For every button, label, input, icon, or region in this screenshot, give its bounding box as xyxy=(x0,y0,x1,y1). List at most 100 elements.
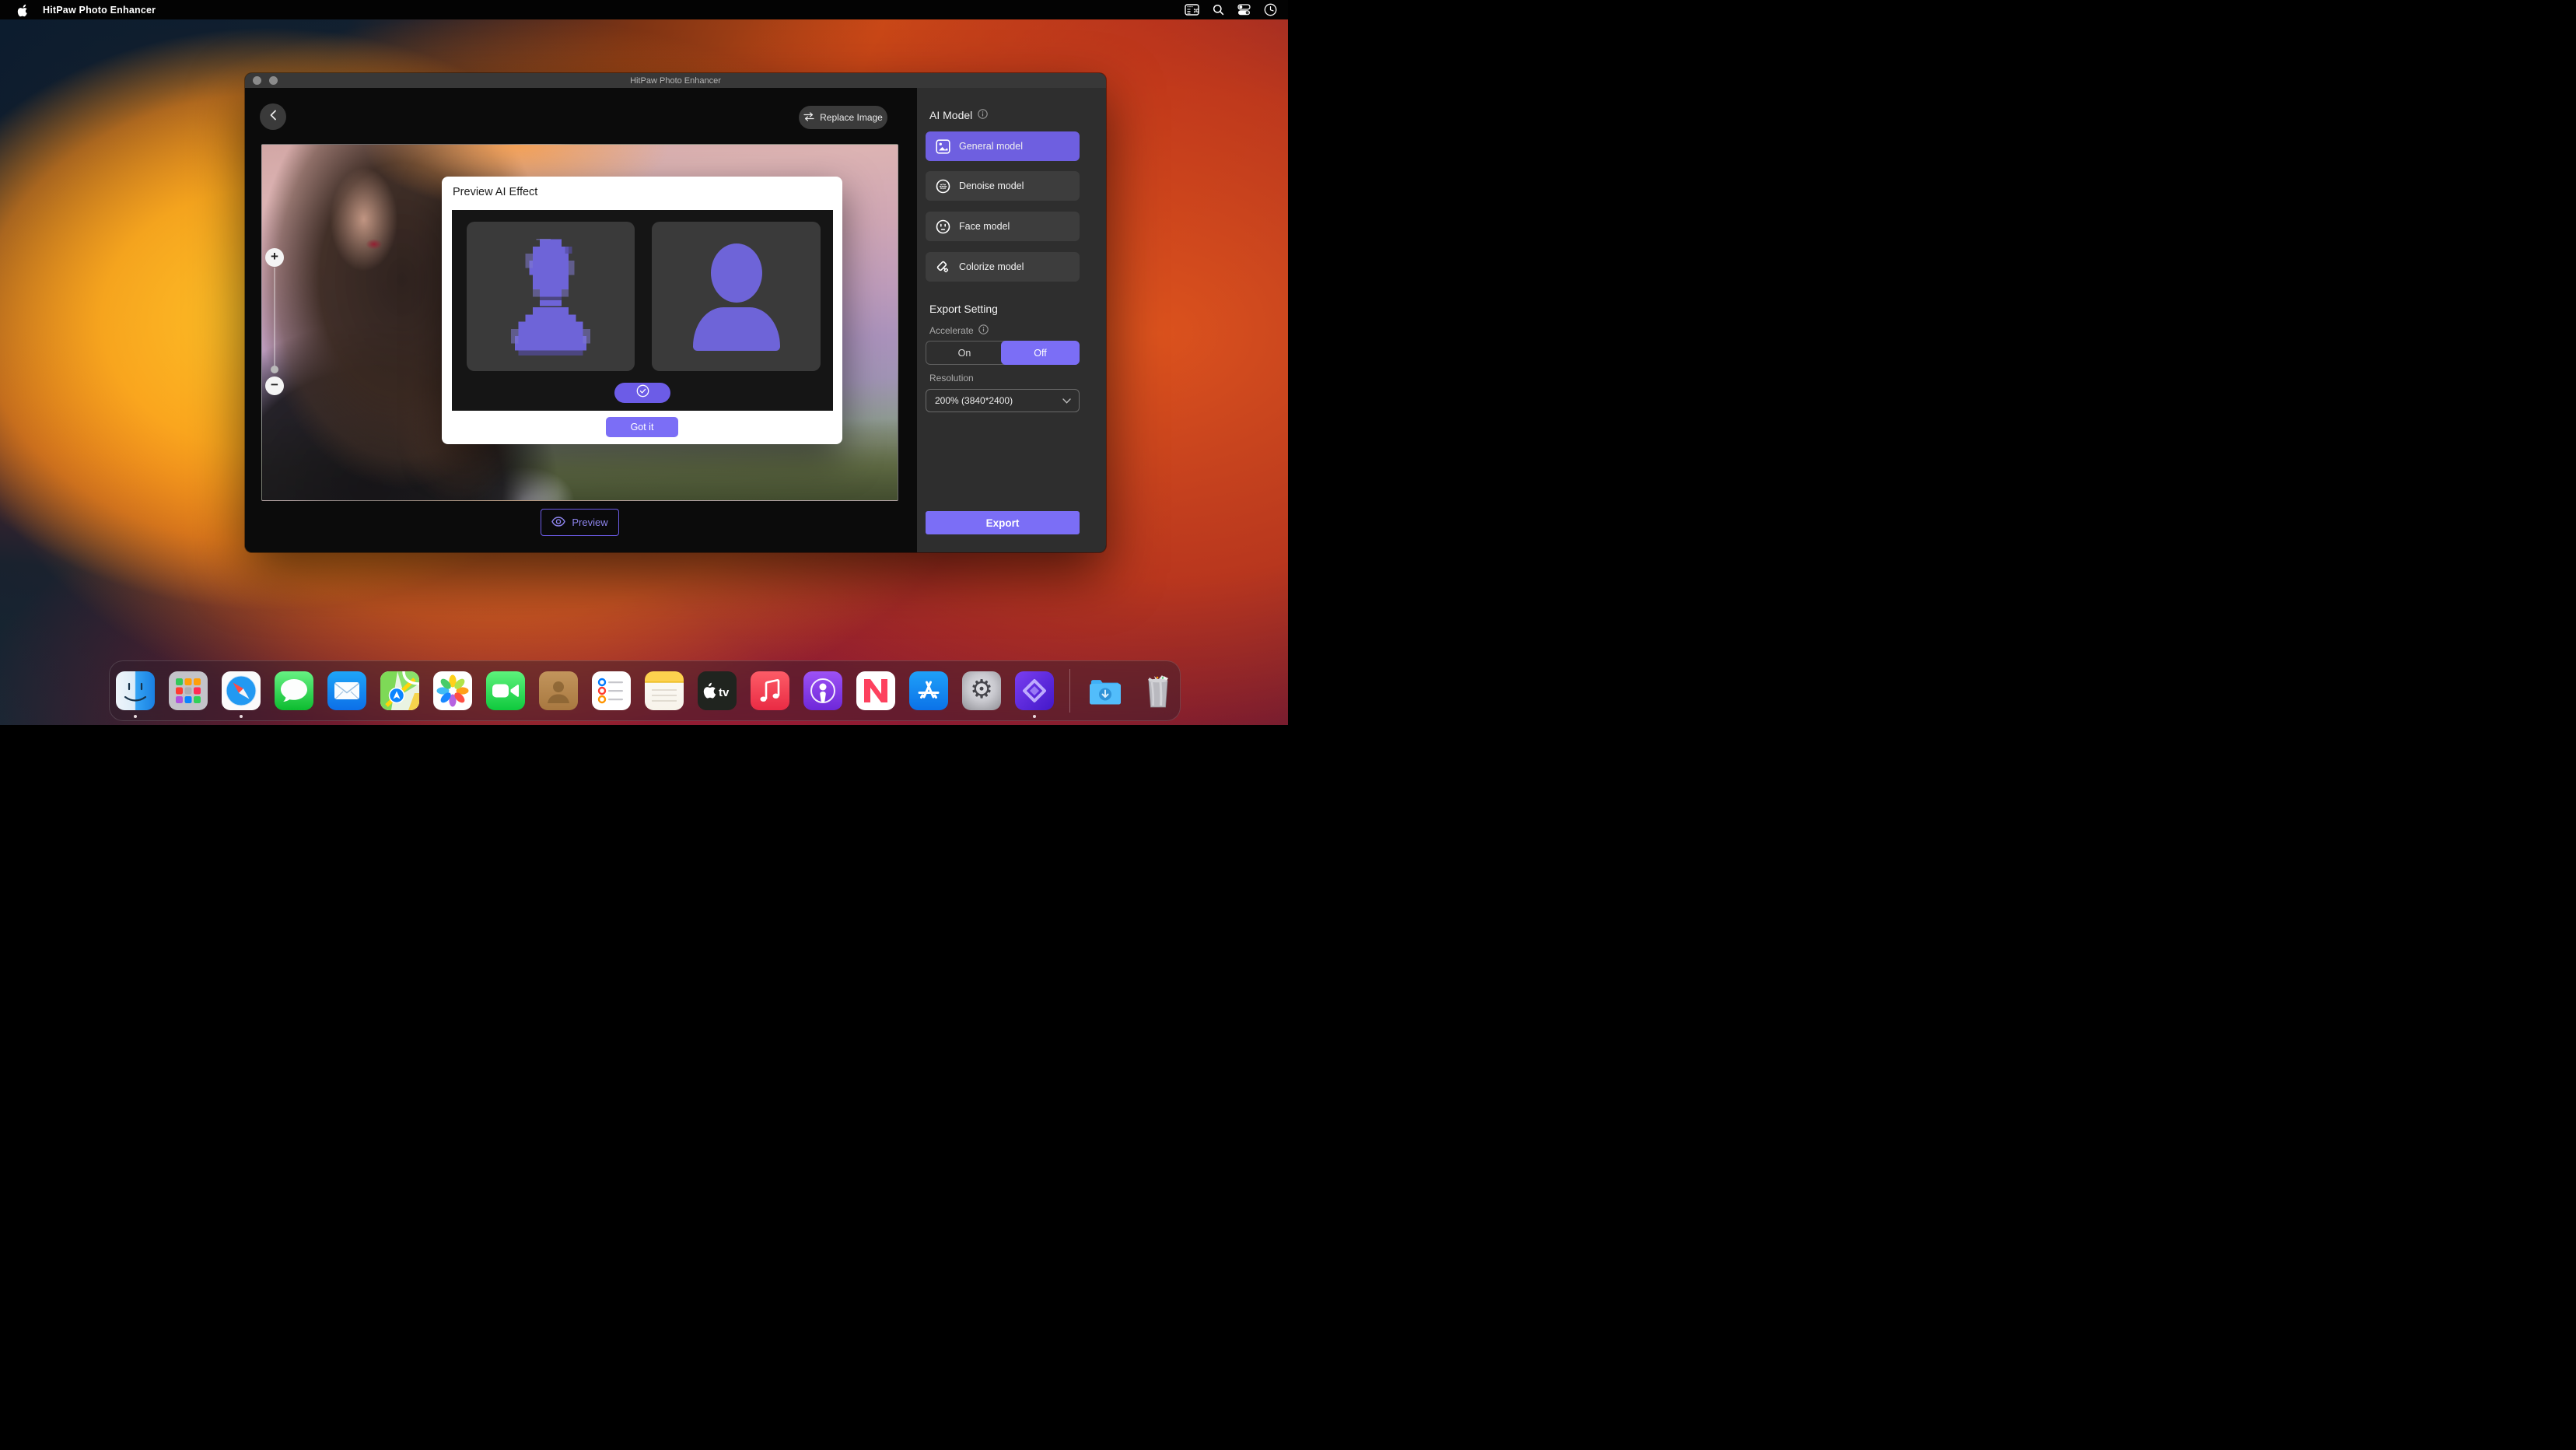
check-circle-icon xyxy=(636,384,649,401)
podcasts-icon xyxy=(803,671,842,710)
maps-icon xyxy=(380,671,419,710)
dock-item-maps[interactable] xyxy=(380,671,419,710)
avatar-before-card xyxy=(467,222,635,371)
dock-item-apple-tv[interactable]: tv xyxy=(698,671,737,710)
replace-image-button[interactable]: Replace Image xyxy=(799,106,887,129)
dock-item-news[interactable] xyxy=(856,671,895,710)
dock-item-facetime[interactable] xyxy=(486,671,525,710)
accelerate-on-option[interactable]: On xyxy=(926,341,1003,364)
search-icon[interactable] xyxy=(1213,4,1224,16)
dialog-compare-panel xyxy=(452,210,833,411)
dock-item-safari[interactable] xyxy=(222,671,261,710)
menu-bar: HitPaw Photo Enhancer ⌘ xyxy=(0,0,1288,19)
dock-separator xyxy=(1069,669,1070,713)
window-title: HitPaw Photo Enhancer xyxy=(630,76,721,86)
system-settings-icon: ⚙ xyxy=(962,671,1001,710)
smooth-avatar-image xyxy=(652,222,821,371)
dock-item-launchpad[interactable] xyxy=(169,671,208,710)
export-setting-heading: Export Setting xyxy=(929,303,998,315)
model-label: Face model xyxy=(959,221,1010,232)
dock-item-system-settings[interactable]: ⚙ xyxy=(962,671,1001,710)
dock-item-contacts[interactable] xyxy=(539,671,578,710)
messages-icon xyxy=(275,671,313,710)
got-it-button[interactable]: Got it xyxy=(606,417,678,437)
resolution-label-text: Resolution xyxy=(929,373,974,384)
dock-item-reminders[interactable] xyxy=(592,671,631,710)
zoom-in-button[interactable]: + xyxy=(265,248,284,267)
back-button[interactable] xyxy=(260,103,286,130)
avatar-after-card xyxy=(652,222,821,371)
dock-item-messages[interactable] xyxy=(275,671,313,710)
gear-icon: ⚙ xyxy=(962,674,1001,704)
window-titlebar[interactable]: HitPaw Photo Enhancer xyxy=(245,73,1106,88)
preview-ai-effect-dialog: Preview AI Effect xyxy=(442,177,842,444)
apply-check-button[interactable] xyxy=(614,383,670,403)
face-icon xyxy=(935,219,950,234)
resolution-label: Resolution xyxy=(929,373,974,384)
denoise-icon xyxy=(935,178,950,194)
apple-menu-icon[interactable] xyxy=(17,3,29,17)
mail-icon xyxy=(327,671,366,710)
clock-icon[interactable] xyxy=(1264,3,1277,16)
model-label: Colorize model xyxy=(959,261,1024,272)
accelerate-toggle: On Off xyxy=(926,341,1080,365)
running-indicator xyxy=(240,715,243,718)
dock-item-mail[interactable] xyxy=(327,671,366,710)
accelerate-label-row: Accelerate xyxy=(929,324,989,337)
trash-icon xyxy=(1139,671,1178,710)
accelerate-label: Accelerate xyxy=(929,325,974,336)
dock-item-downloads[interactable] xyxy=(1086,671,1125,710)
apple-tv-icon: tv xyxy=(698,671,737,710)
dock-item-podcasts[interactable] xyxy=(803,671,842,710)
dock-item-music[interactable] xyxy=(751,671,789,710)
preview-button[interactable]: Preview xyxy=(541,509,619,536)
preview-label: Preview xyxy=(572,517,607,528)
model-button-face[interactable]: Face model xyxy=(926,212,1080,241)
accelerate-off-option[interactable]: Off xyxy=(1001,341,1080,365)
dock-item-trash[interactable] xyxy=(1139,671,1178,710)
dock-item-finder[interactable] xyxy=(116,671,155,710)
dock-item-notes[interactable] xyxy=(645,671,684,710)
image-icon xyxy=(935,138,950,154)
model-label: Denoise model xyxy=(959,180,1024,191)
model-button-colorize[interactable]: Colorize model xyxy=(926,252,1080,282)
editor-area: Replace Image + − Preview Preview AI Eff… xyxy=(245,88,917,552)
ai-model-heading-label: AI Model xyxy=(929,109,972,121)
facetime-icon xyxy=(486,671,525,710)
svg-text:⌘: ⌘ xyxy=(1193,8,1199,15)
zoom-out-button[interactable]: − xyxy=(265,377,284,395)
export-setting-heading-label: Export Setting xyxy=(929,303,998,315)
dock-item-app-store[interactable] xyxy=(909,671,948,710)
info-icon[interactable] xyxy=(978,324,989,337)
svg-text:tv: tv xyxy=(719,686,730,699)
export-button[interactable]: Export xyxy=(926,511,1080,534)
dock-item-photos[interactable] xyxy=(433,671,472,710)
model-button-general[interactable]: General model xyxy=(926,131,1080,161)
menubar-app-name: HitPaw Photo Enhancer xyxy=(43,5,156,16)
reminders-icon xyxy=(592,671,631,710)
dialog-title: Preview AI Effect xyxy=(453,186,537,198)
app-store-icon xyxy=(909,671,948,710)
launchpad-icon xyxy=(169,671,208,710)
control-center-icon[interactable] xyxy=(1237,4,1251,16)
paint-roller-icon xyxy=(935,259,950,275)
window-minimize-button[interactable] xyxy=(269,76,278,85)
sidebar: AI Model General model Denoise model xyxy=(917,88,1106,552)
model-button-denoise[interactable]: Denoise model xyxy=(926,171,1080,201)
finder-icon xyxy=(116,671,155,710)
hitpaw-app-icon xyxy=(1015,671,1054,710)
safari-icon xyxy=(222,671,261,710)
chevron-left-icon xyxy=(269,110,277,124)
zoom-slider-track[interactable] xyxy=(274,268,275,366)
info-icon[interactable] xyxy=(978,109,988,121)
model-label: General model xyxy=(959,141,1023,152)
dock-item-hitpaw[interactable] xyxy=(1015,671,1054,710)
window-close-button[interactable] xyxy=(253,76,261,85)
resolution-dropdown[interactable]: 200% (3840*2400) xyxy=(926,389,1080,412)
dock: tv ⚙ xyxy=(109,660,1181,721)
zoom-slider-thumb[interactable] xyxy=(271,366,278,373)
hitpaw-window: HitPaw Photo Enhancer Replace Image + − xyxy=(245,73,1106,552)
eye-icon xyxy=(551,517,565,529)
command-palette-icon[interactable]: ⌘ xyxy=(1185,4,1199,16)
ai-model-heading: AI Model xyxy=(929,109,988,121)
